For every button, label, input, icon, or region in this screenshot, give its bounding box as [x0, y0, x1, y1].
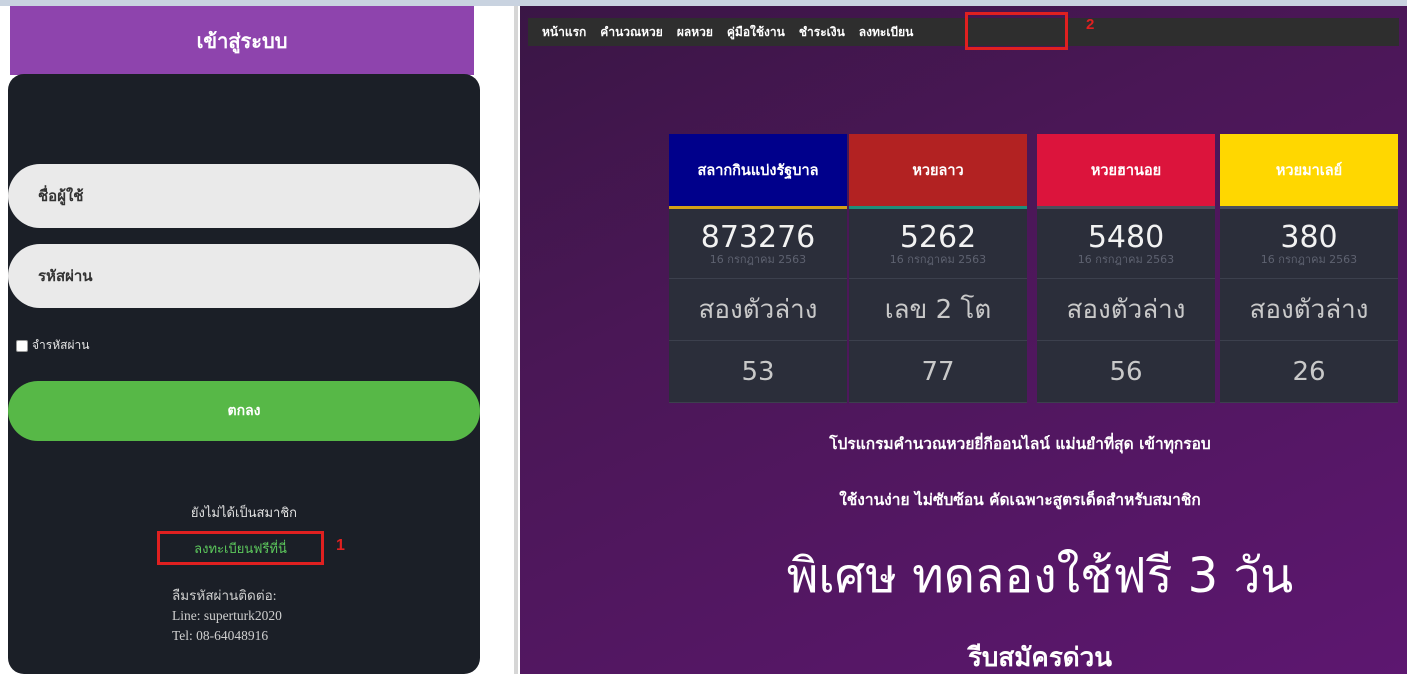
annotation-2: 2 — [1086, 16, 1095, 33]
username-field[interactable] — [8, 164, 480, 228]
panel-divider — [514, 6, 518, 674]
lottery-type: เลข 2 โต — [849, 279, 1027, 341]
promo-line-2: ใช้งานง่าย ไม่ซับซ้อน คัดเฉพาะสูตรเด็ดสำ… — [839, 491, 1201, 509]
lottery-column: หวยลาว 5262 16 กรกฎาคม 2563 เลข 2 โต 77 — [849, 134, 1027, 403]
lottery-name: สลากกินแบ่งรัฐบาล — [669, 134, 847, 206]
lottery-number-cell: 5262 16 กรกฎาคม 2563 — [849, 209, 1027, 279]
lottery-date: 16 กรกฎาคม 2563 — [1077, 252, 1175, 266]
lottery-number: 5262 — [899, 219, 977, 255]
promo-headline: พิเศษ ทดลองใช้ฟรี 3 วัน — [786, 548, 1294, 604]
lottery-type: สองตัวล่าง — [1220, 279, 1398, 341]
lottery-date: 16 กรกฎาคม 2563 — [889, 252, 987, 266]
lottery-column: หวยฮานอย 5480 16 กรกฎาคม 2563 สองตัวล่าง… — [1037, 134, 1215, 403]
remember-label: จำรหัสผ่าน — [32, 338, 90, 352]
lottery-name: หวยฮานอย — [1037, 134, 1215, 206]
lottery-result: 56 — [1037, 341, 1215, 403]
lottery-column: หวยมาเลย์ 380 16 กรกฎาคม 2563 สองตัวล่าง… — [1220, 134, 1398, 403]
password-field[interactable] — [8, 244, 480, 308]
lottery-name: หวยลาว — [849, 134, 1027, 206]
register-link[interactable]: ลงทะเบียนฟรีที่นี่ — [194, 538, 287, 559]
annotation-1: 1 — [336, 537, 345, 554]
submit-button[interactable]: ตกลง — [8, 381, 480, 441]
lottery-result: 77 — [849, 341, 1027, 403]
forgot-tel: Tel: 08-64048916 — [172, 628, 269, 643]
nav-register[interactable]: ลงทะเบียน — [852, 23, 921, 42]
lottery-number: 380 — [1280, 219, 1338, 255]
register-link-highlight: ลงทะเบียนฟรีที่นี่ — [157, 531, 324, 565]
lottery-result: 53 — [669, 341, 847, 403]
remember-me[interactable]: จำรหัสผ่าน — [16, 336, 89, 355]
nav-register-highlight — [965, 12, 1068, 50]
forgot-title: ลืมรหัสผ่านติดต่อ: — [172, 588, 277, 603]
nav-manual[interactable]: คู่มือใช้งาน — [720, 23, 792, 42]
nav-results[interactable]: ผลหวย — [670, 23, 720, 42]
lottery-date: 16 กรกฎาคม 2563 — [709, 252, 807, 266]
login-title: เข้าสู่ระบบ — [10, 6, 474, 75]
main-page: หน้าแรก คำนวณหวย ผลหวย คู่มือใช้งาน ชำระ… — [520, 6, 1407, 674]
nav-home[interactable]: หน้าแรก — [528, 23, 593, 42]
remember-checkbox[interactable] — [16, 339, 28, 352]
nav-calculate[interactable]: คำนวณหวย — [593, 23, 670, 42]
lottery-number: 873276 — [700, 219, 816, 255]
lottery-date: 16 กรกฎาคม 2563 — [1260, 252, 1358, 266]
nav-payment[interactable]: ชำระเงิน — [792, 23, 852, 42]
forgot-password-info: ลืมรหัสผ่านติดต่อ: Line: superturk2020 T… — [172, 586, 282, 646]
lottery-type: สองตัวล่าง — [1037, 279, 1215, 341]
promo-line-1: โปรแกรมคำนวณหวยยี่กีออนไลน์ แม่นยำที่สุด… — [829, 435, 1211, 453]
lottery-number-cell: 5480 16 กรกฎาคม 2563 — [1037, 209, 1215, 279]
not-member-text: ยังไม่ได้เป็นสมาชิก — [190, 506, 298, 521]
lottery-result: 26 — [1220, 341, 1398, 403]
lottery-type: สองตัวล่าง — [669, 279, 847, 341]
lottery-number: 5480 — [1087, 219, 1165, 255]
navbar: หน้าแรก คำนวณหวย ผลหวย คู่มือใช้งาน ชำระ… — [528, 18, 1399, 46]
lottery-column: สลากกินแบ่งรัฐบาล 873276 16 กรกฎาคม 2563… — [669, 134, 847, 403]
lottery-name: หวยมาเลย์ — [1220, 134, 1398, 206]
forgot-line: Line: superturk2020 — [172, 608, 282, 623]
lottery-number-cell: 873276 16 กรกฎาคม 2563 — [669, 209, 847, 279]
promo-cta[interactable]: รีบสมัครด่วน — [720, 637, 1360, 674]
lottery-number-cell: 380 16 กรกฎาคม 2563 — [1220, 209, 1398, 279]
